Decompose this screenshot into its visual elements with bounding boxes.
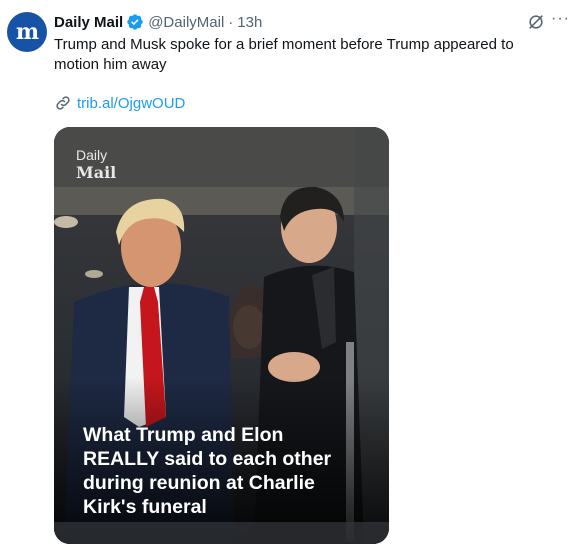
avatar-letter: m — [15, 19, 39, 45]
daily-mail-logo: Daily Mail — [76, 147, 116, 181]
media-image[interactable]: Daily Mail What Trump and Elon REALLY sa… — [54, 127, 389, 544]
media-caption: What Trump and Elon REALLY said to each … — [83, 424, 332, 518]
logo-line-1: Daily — [76, 147, 108, 163]
author-name[interactable]: Daily Mail — [54, 14, 123, 31]
link-text: trib.al/OjgwOUD — [77, 94, 186, 112]
author-handle[interactable]: @DailyMail — [148, 14, 224, 31]
link-icon — [56, 96, 70, 110]
more-icon[interactable]: ··· — [551, 10, 570, 28]
verified-badge-icon — [126, 13, 144, 31]
logo-line-2: Mail — [76, 163, 117, 182]
tweet-text: Trump and Musk spoke for a brief moment … — [54, 36, 514, 73]
separator-dot: · — [228, 13, 234, 31]
timestamp[interactable]: 13h — [237, 14, 262, 31]
grok-icon[interactable] — [527, 13, 545, 36]
tweet-link[interactable]: trib.al/OjgwOUD — [54, 94, 185, 112]
avatar[interactable]: m — [7, 12, 47, 52]
tweet-header: Daily Mail @DailyMail · 13h — [54, 12, 262, 32]
